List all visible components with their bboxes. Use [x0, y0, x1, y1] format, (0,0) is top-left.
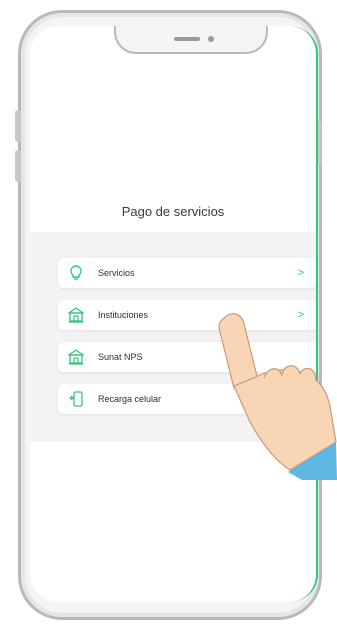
page-title: Pago de servicios	[121, 204, 225, 219]
institution-icon	[68, 307, 84, 323]
side-button	[15, 110, 21, 142]
lightbulb-icon	[68, 265, 84, 281]
institution-icon	[68, 349, 84, 365]
camera-dot	[208, 36, 214, 42]
phone-notch	[114, 26, 268, 54]
menu-item-servicios[interactable]: Servicios >	[58, 258, 316, 288]
chevron-right-icon: >	[297, 267, 304, 279]
side-button	[15, 150, 21, 182]
menu-item-label: Servicios	[98, 268, 135, 278]
phone-recharge-icon	[68, 391, 84, 407]
speaker-grille	[174, 37, 200, 41]
pointing-hand-icon	[214, 310, 337, 485]
